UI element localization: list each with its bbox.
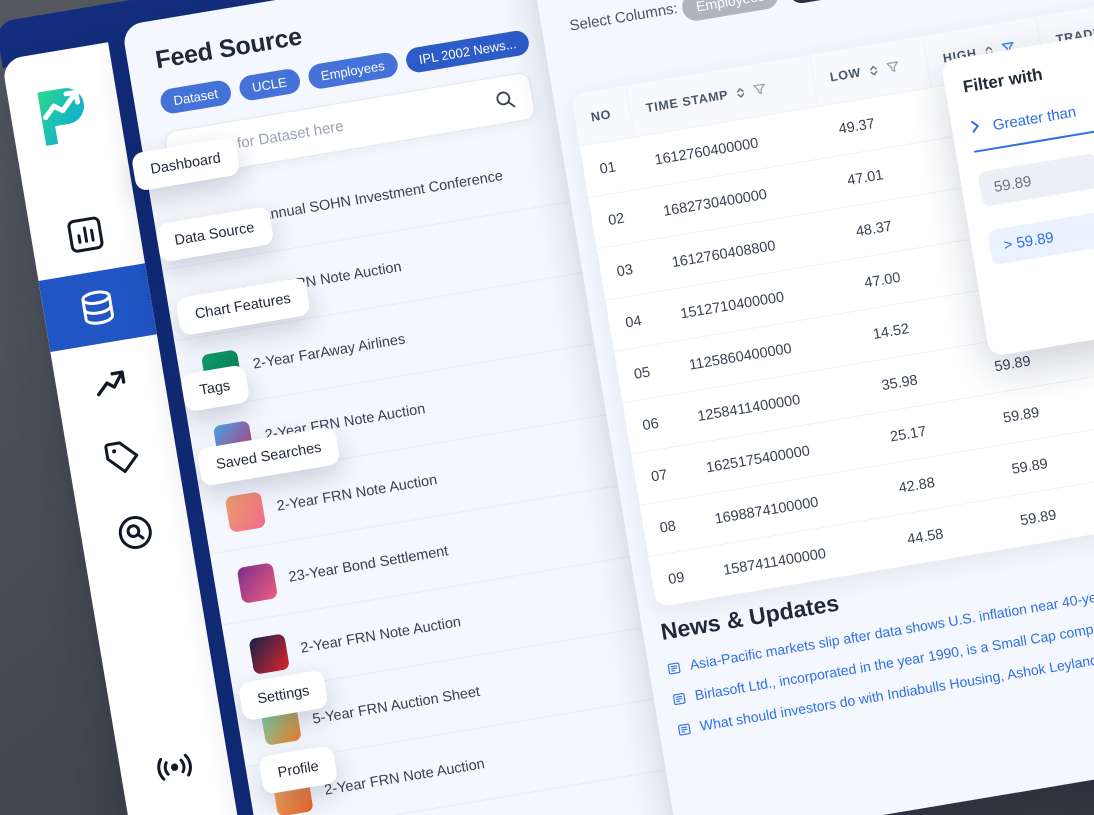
cell-no: 04 — [624, 312, 643, 332]
tooltip-label: Profile — [276, 758, 320, 782]
sidebar-item-settings[interactable] — [115, 723, 233, 812]
filter-result-chip: > 59.89 — [987, 209, 1094, 266]
cell-no: 06 — [641, 415, 660, 434]
feed-item-label: 5-Year FRN Auction Sheet — [311, 683, 482, 728]
article-icon — [671, 691, 687, 707]
tag-icon — [100, 435, 146, 481]
cell-no: 03 — [615, 261, 635, 280]
column-header-label: NO — [589, 107, 613, 125]
tooltip-label: Saved Searches — [214, 439, 323, 474]
pivot-logo — [29, 80, 100, 151]
cell-no: 09 — [667, 569, 686, 588]
sidebar-item-chart-features[interactable] — [51, 338, 169, 427]
feed-item-label: 2-Year FarAway Airlines — [251, 330, 407, 373]
filter-option-label: Greater than — [991, 103, 1078, 134]
article-icon — [676, 722, 692, 738]
feed-chip-employees[interactable]: Employees — [306, 50, 400, 91]
tooltip-label: Chart Features — [193, 290, 292, 323]
trending-up-icon — [87, 360, 133, 406]
sort-icon[interactable] — [734, 85, 747, 101]
tooltip-label: Tags — [198, 377, 232, 399]
cell-no: 07 — [649, 466, 669, 485]
sidebar-item-data-source[interactable] — [38, 263, 157, 353]
filter-value-input[interactable]: 59.89 — [977, 152, 1094, 208]
feed-thumbnail — [224, 490, 267, 533]
search-circle-icon — [112, 509, 158, 555]
cell-no: 08 — [658, 517, 678, 537]
search-icon[interactable] — [492, 87, 517, 112]
column-header-label: LOW — [828, 65, 863, 85]
database-icon — [75, 285, 121, 331]
cell-no: 05 — [632, 363, 652, 383]
screen: Feed Source Dataset UCLE Employees IPL 2… — [0, 0, 1094, 815]
feed-source-title: Feed Source — [153, 22, 304, 75]
feed-item-label: 2-Year FRN Note Auction — [299, 613, 463, 657]
sidebar-item-tags[interactable] — [64, 413, 182, 502]
bar-chart-icon — [62, 212, 108, 258]
select-columns-label: Select Columns: — [568, 0, 679, 35]
cell-no: 02 — [607, 210, 626, 229]
filter-icon[interactable] — [752, 81, 768, 97]
chevron-right-icon — [969, 117, 983, 139]
tooltip-label: Data Source — [173, 219, 256, 249]
feed-item-label: 2-Year FRN Note Auction — [275, 471, 439, 515]
filter-icon[interactable] — [884, 59, 900, 75]
feed-item-label: 2-Year FRN Note Auction — [323, 755, 486, 799]
tooltip-label: Dashboard — [149, 150, 222, 178]
cell-no: 01 — [598, 158, 617, 178]
feed-thumbnail — [248, 632, 290, 675]
column-chip-ghost-time-stamp[interactable]: Time Stamp✓ — [785, 0, 910, 6]
broadcast-icon — [152, 744, 198, 790]
article-icon — [666, 660, 682, 676]
feed-thumbnail — [236, 561, 278, 604]
feed-chip-ipl-news[interactable]: IPL 2002 News... — [404, 28, 532, 75]
app-window: Feed Source Dataset UCLE Employees IPL 2… — [0, 0, 1094, 815]
tooltip-label: Settings — [256, 683, 311, 708]
sort-icon[interactable] — [867, 63, 880, 79]
column-header-label: TIME STAMP — [644, 87, 730, 116]
sidebar-item-saved-searches[interactable] — [76, 488, 194, 577]
column-header-no: NO — [571, 85, 635, 146]
feed-chip-ucle[interactable]: UCLE — [237, 67, 302, 103]
feed-item-label: 23-Year Bond Settlement — [287, 542, 450, 586]
column-chip-label: Employees — [694, 0, 766, 15]
column-chip-ghost-employees[interactable]: Employees — [680, 0, 781, 23]
feed-chip-dataset[interactable]: Dataset — [158, 78, 233, 116]
